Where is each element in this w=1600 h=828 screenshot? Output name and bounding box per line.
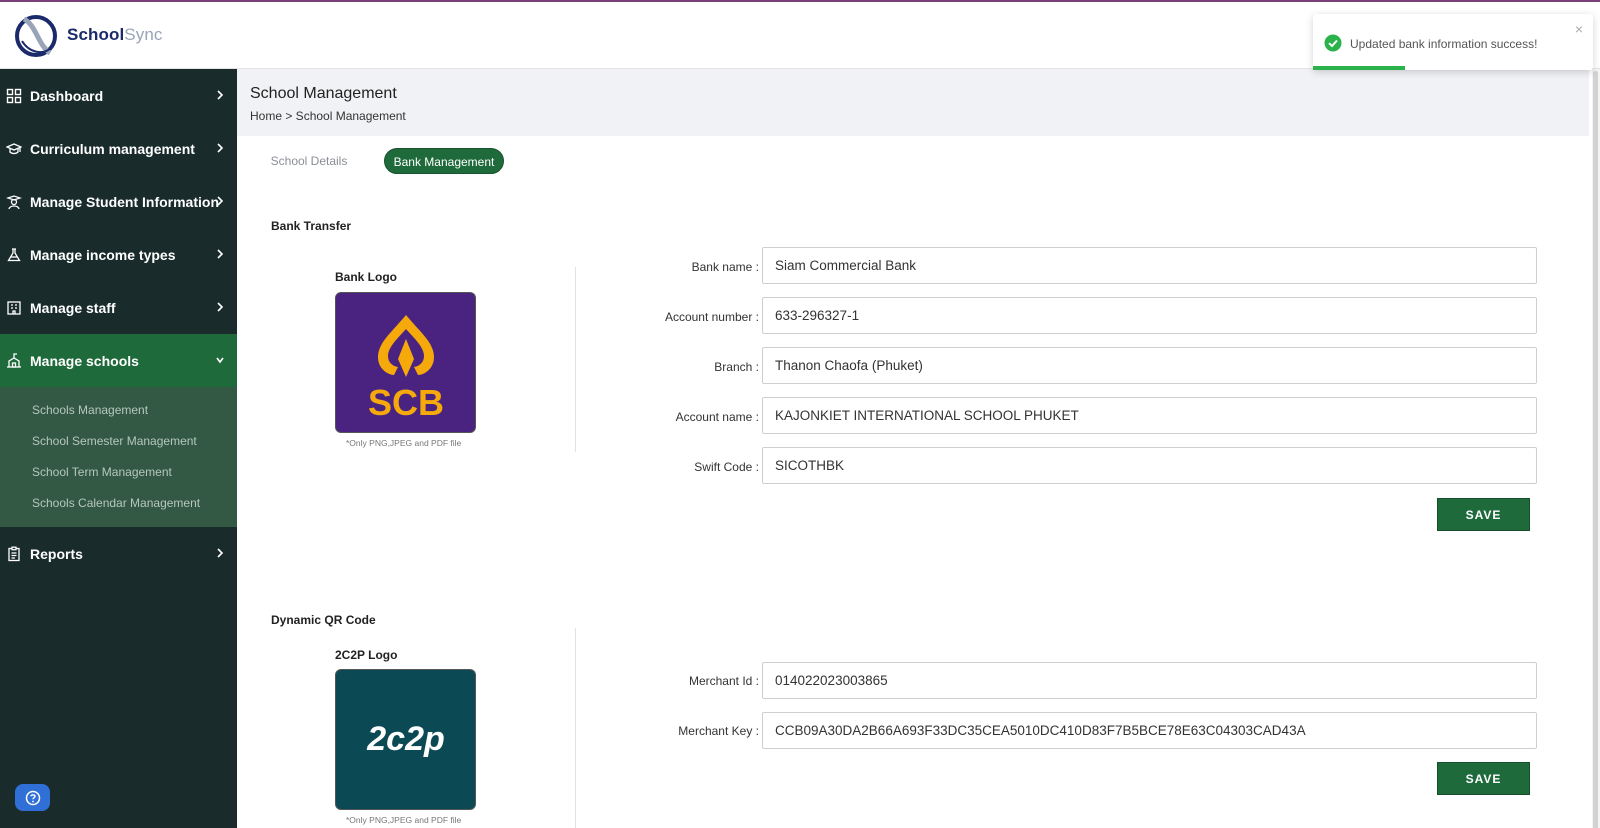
sidebar-item-income-types[interactable]: Manage income types	[0, 228, 237, 281]
sidebar-item-student-info[interactable]: Manage Student Information	[0, 175, 237, 228]
scrollbar[interactable]	[1592, 69, 1600, 828]
qr-save-button[interactable]: SAVE	[1437, 762, 1530, 795]
scrollbar-thumb[interactable]	[1593, 71, 1598, 828]
submenu-item-schools-management[interactable]: Schools Management	[0, 395, 237, 426]
graduation-cap-icon	[6, 141, 22, 157]
bank-logo-upload[interactable]: SCB	[335, 292, 476, 433]
sidebar-item-label: Manage staff	[30, 299, 116, 316]
scb-logo-text: SCB	[368, 382, 444, 423]
submenu-item-semester-management[interactable]: School Semester Management	[0, 426, 237, 457]
chevron-right-icon	[217, 548, 224, 558]
check-circle-icon	[1324, 34, 1342, 52]
sidebar-item-label: Reports	[30, 545, 83, 562]
bank-save-button[interactable]: SAVE	[1437, 498, 1530, 531]
school-icon	[6, 352, 22, 369]
brand-part1: School	[67, 25, 125, 44]
twoc2p-logo-label: 2C2P Logo	[335, 648, 398, 662]
account-number-label: Account number :	[664, 310, 759, 324]
merchant-key-label: Merchant Key :	[678, 724, 759, 738]
merchant-id-label: Merchant Id :	[688, 674, 759, 688]
dynamic-qr-title: Dynamic QR Code	[271, 613, 376, 627]
twoc2p-logo-text: 2c2p	[366, 720, 445, 758]
branch-input[interactable]	[762, 347, 1537, 384]
chevron-right-icon	[217, 90, 224, 100]
bank-name-label: Bank name :	[691, 260, 759, 274]
section-divider	[575, 628, 576, 828]
chevron-right-icon	[217, 302, 224, 312]
section-divider	[575, 267, 576, 452]
merchant-id-input[interactable]	[762, 662, 1537, 699]
twoc2p-logo-icon: 2c2p	[366, 720, 445, 758]
help-button[interactable]	[15, 784, 50, 811]
sidebar-item-label: Manage Student Information	[30, 193, 219, 210]
content-header: School Management Home > School Manageme…	[237, 69, 1589, 136]
sidebar-item-label: Manage schools	[30, 352, 139, 369]
chevron-right-icon	[217, 196, 224, 206]
sidebar-item-label: Manage income types	[30, 246, 176, 263]
submenu-item-calendar-management[interactable]: Schools Calendar Management	[0, 488, 237, 519]
building-icon	[6, 300, 22, 316]
twoc2p-logo-note: *Only PNG,JPEG and PDF file	[346, 815, 462, 825]
bank-logo-note: *Only PNG,JPEG and PDF file	[346, 438, 462, 448]
account-number-input[interactable]	[762, 297, 1537, 334]
page-title: School Management	[250, 85, 397, 102]
toast-progress-bar	[1313, 66, 1406, 70]
school-sync-logo-icon[interactable]	[14, 11, 58, 61]
breadcrumb[interactable]: Home > School Management	[250, 109, 406, 123]
twoc2p-logo-upload[interactable]: 2c2p	[335, 669, 476, 810]
tab-bank-management[interactable]: Bank Management	[384, 148, 504, 174]
grid-icon	[6, 88, 22, 104]
merchant-key-input[interactable]	[762, 712, 1537, 749]
clipboard-icon	[6, 546, 22, 562]
branch-label: Branch :	[714, 360, 759, 374]
student-icon	[6, 194, 22, 210]
bank-logo-label: Bank Logo	[335, 270, 397, 284]
swift-code-label: Swift Code :	[694, 460, 759, 474]
sidebar-item-curriculum[interactable]: Curriculum management	[0, 122, 237, 175]
swift-code-input[interactable]	[762, 447, 1537, 484]
chevron-down-icon	[216, 357, 224, 364]
sidebar-item-staff[interactable]: Manage staff	[0, 281, 237, 334]
scb-logo-icon: SCB	[368, 315, 444, 423]
sidebar-item-label: Dashboard	[30, 87, 104, 104]
chevron-right-icon	[217, 143, 224, 153]
brand-name[interactable]: SchoolSync	[67, 25, 162, 45]
account-name-input[interactable]	[762, 397, 1537, 434]
sidebar-item-dashboard[interactable]: Dashboard	[0, 69, 237, 122]
sidebar-item-label: Curriculum management	[30, 140, 195, 157]
toast-message: Updated bank information success!	[1350, 37, 1538, 51]
close-icon[interactable]: ×	[1575, 21, 1583, 37]
account-name-label: Account name :	[675, 410, 759, 424]
sidebar-item-manage-schools[interactable]: Manage schools	[0, 334, 237, 387]
chevron-right-icon	[217, 249, 224, 259]
success-toast: Updated bank information success! ×	[1313, 14, 1593, 70]
brand-part2: Sync	[124, 25, 163, 44]
bank-name-input[interactable]	[762, 247, 1537, 284]
manage-schools-submenu: Schools Management School Semester Manag…	[0, 387, 237, 527]
sidebar: Dashboard Curriculum management Manage S…	[0, 69, 237, 828]
question-icon	[25, 790, 40, 805]
flask-icon	[6, 247, 22, 263]
sidebar-item-reports[interactable]: Reports	[0, 527, 237, 580]
bank-transfer-title: Bank Transfer	[271, 219, 352, 233]
submenu-item-term-management[interactable]: School Term Management	[0, 457, 237, 488]
tab-school-details[interactable]: School Details	[261, 148, 357, 174]
